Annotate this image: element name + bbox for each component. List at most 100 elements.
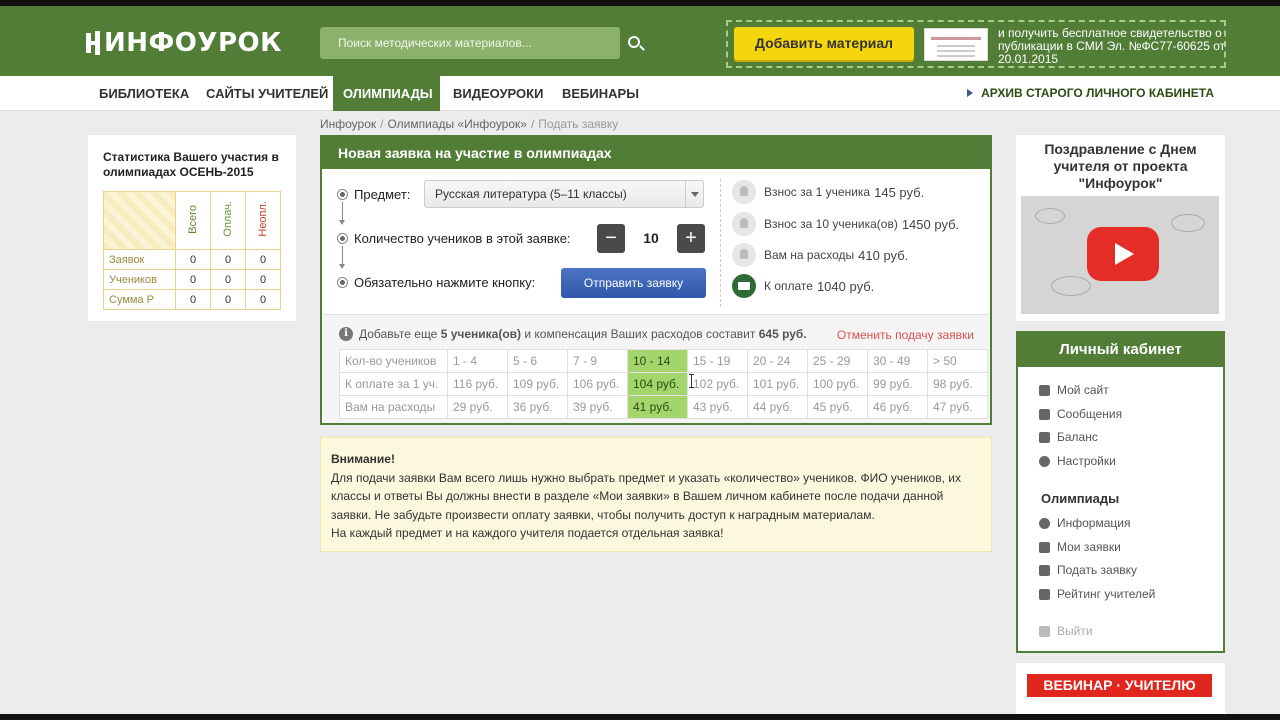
step-radio-icon [337,277,348,288]
price-table-cell: 25 - 29 [807,349,868,373]
webinar-banner[interactable]: ВЕБИНАР · УЧИТЕЛЮ [1016,663,1225,714]
breadcrumb-olympiads[interactable]: Олимпиады «Инфоурок» [387,117,526,131]
table-row: Сумма Р 0 0 0 [103,289,281,310]
cabinet-item-submit-application[interactable]: Подать заявку [1039,563,1137,577]
price-amount: 410 руб. [858,247,909,263]
price-row: Взнос за 1 ученика 145 руб. [732,180,924,204]
quantity-field[interactable]: 10 [625,224,677,253]
stats-cell: 0 [175,289,211,310]
price-table: Кол-во учеников 1 - 4 5 - 6 7 - 9 10 - 1… [339,349,988,419]
teacher-day-video: Поздравление с Днем учителя от проекта "… [1016,135,1225,321]
discount-info: i Добавьте еще 5 ученика(ов) и компенсац… [322,314,990,423]
logo[interactable]: ИНФОУРОК [86,28,282,58]
chevron-down-icon[interactable] [685,181,703,207]
text-cursor-icon [689,374,694,388]
info-icon: i [339,327,353,341]
cabinet-item-settings[interactable]: Настройки [1039,454,1116,468]
breadcrumb-current: Подать заявку [538,117,619,131]
increment-button[interactable]: + [677,224,705,253]
cabinet-item-my-applications[interactable]: Мои заявки [1039,540,1121,554]
table-row: Кол-во учеников 1 - 4 5 - 6 7 - 9 10 - 1… [339,349,988,373]
quantity-stepper: − 10 + [597,224,705,253]
breadcrumb-home[interactable]: Инфоурок [320,117,376,131]
nav-item-video-lessons[interactable]: ВИДЕОУРОКИ [443,76,553,111]
price-table-cell: 99 руб. [867,372,928,396]
cabinet-item-label: Баланс [1057,430,1098,444]
stats-row-label: Заявок [103,249,176,270]
price-amount: 145 руб. [874,184,925,200]
price-row: Вам на расходы 410 руб. [732,243,908,267]
youtube-play-icon[interactable] [1087,227,1159,281]
cloud-sketch [1171,214,1205,232]
price-table-cell: 7 - 9 [567,349,628,373]
cabinet-item-label: Мой сайт [1057,383,1109,397]
subject-label: Предмет: [354,187,411,202]
stats-title: Статистика Вашего участия в олимпиадах О… [103,150,279,179]
stats-cell: 0 [175,269,211,290]
cabinet-item-balance[interactable]: Баланс [1039,430,1098,444]
cabinet-item-teacher-rating[interactable]: Рейтинг учителей [1039,587,1155,601]
price-amount: 1450 руб. [901,216,960,232]
attention-notice: Внимание! Для подачи заявки Вам всего ли… [320,437,992,552]
nav-item-library[interactable]: БИБЛИОТЕКА [89,76,199,111]
hint-mid: и компенсация Ваших расходов составит [524,327,756,341]
nav-item-teacher-sites[interactable]: САЙТЫ УЧИТЕЛЕЙ [196,76,338,111]
cancel-application-link[interactable]: Отменить подачу заявки [837,328,974,342]
stats-cell: 0 [245,269,281,290]
price-row: Взнос за 10 ученика(ов) 1450 руб. [732,212,959,236]
price-table-cell: 116 руб. [447,372,508,396]
nav-item-olympiads[interactable]: ОЛИМПИАДЫ [333,76,440,111]
cabinet-item-my-site[interactable]: Мой сайт [1039,383,1109,397]
olympiads-subtitle: Олимпиады [1041,491,1120,506]
price-label: К оплате [764,279,813,293]
decrement-button[interactable]: − [597,224,625,253]
table-row: К оплате за 1 уч. 116 руб. 109 руб. 106 … [339,372,988,396]
stats-cell: 0 [210,269,246,290]
video-thumbnail[interactable] [1021,196,1219,314]
search-input[interactable]: Поиск методических материалов... [320,27,620,59]
cloud-sketch [1035,208,1065,224]
price-table-cell: 47 руб. [927,395,988,419]
price-table-cell: 102 руб. [687,372,748,396]
price-table-cell: 20 - 24 [747,349,808,373]
main-nav: БИБЛИОТЕКА САЙТЫ УЧИТЕЛЕЙ ОЛИМПИАДЫ ВИДЕ… [0,76,1280,111]
stats-row-label: Сумма Р [103,289,176,310]
info-icon [1039,517,1050,529]
cabinet-item-label: Рейтинг учителей [1057,587,1156,601]
add-material-button[interactable]: Добавить материал [734,27,914,60]
logout-link[interactable]: Выйти [1039,624,1093,638]
form-title: Новая заявка на участие в олимпиадах [322,137,990,169]
stats-cell: 0 [210,249,246,270]
price-table-cell: 43 руб. [687,395,748,419]
stats-cell: 0 [210,289,246,310]
price-table-cell: 101 руб. [747,372,808,396]
submit-application-button[interactable]: Отправить заявку [561,268,706,298]
price-table-cell: 106 руб. [567,372,628,396]
table-row: Заявок 0 0 0 [103,249,281,270]
price-table-cell: 36 руб. [507,395,568,419]
subject-row: Предмет: [337,187,410,202]
price-table-cell: 15 - 19 [687,349,748,373]
search-icon[interactable] [628,36,640,48]
stats-col-paid: Оплач. [222,201,234,237]
stats-corner [103,191,176,250]
nav-item-webinars[interactable]: ВЕБИНАРЫ [552,76,649,111]
price-table-cell: 98 руб. [927,372,988,396]
stats-col-header: Неопл. [245,191,281,250]
archive-link[interactable]: АРХИВ СТАРОГО ЛИЧНОГО КАБИНЕТА [967,76,1214,111]
hand-icon [732,243,756,267]
document-icon [1039,541,1050,553]
stats-col-header: Оплач. [210,191,246,250]
step-radio-icon [337,233,348,244]
subject-select[interactable]: Русская литература (5–11 классы) [424,180,704,208]
cabinet-item-messages[interactable]: Сообщения [1039,407,1122,421]
money-icon [732,274,756,298]
wallet-icon [1039,431,1050,443]
cabinet-item-information[interactable]: Информация [1039,516,1130,530]
price-amount: 1040 руб. [816,278,875,294]
submit-label: Обязательно нажмите кнопку: [354,275,536,290]
hint-prefix: Добавьте еще [359,327,438,341]
cabinet-item-label: Информация [1057,516,1131,530]
personal-cabinet: Личный кабинет Мой сайт Сообщения Баланс… [1016,331,1225,653]
stats-col-total: Всего [187,204,199,234]
